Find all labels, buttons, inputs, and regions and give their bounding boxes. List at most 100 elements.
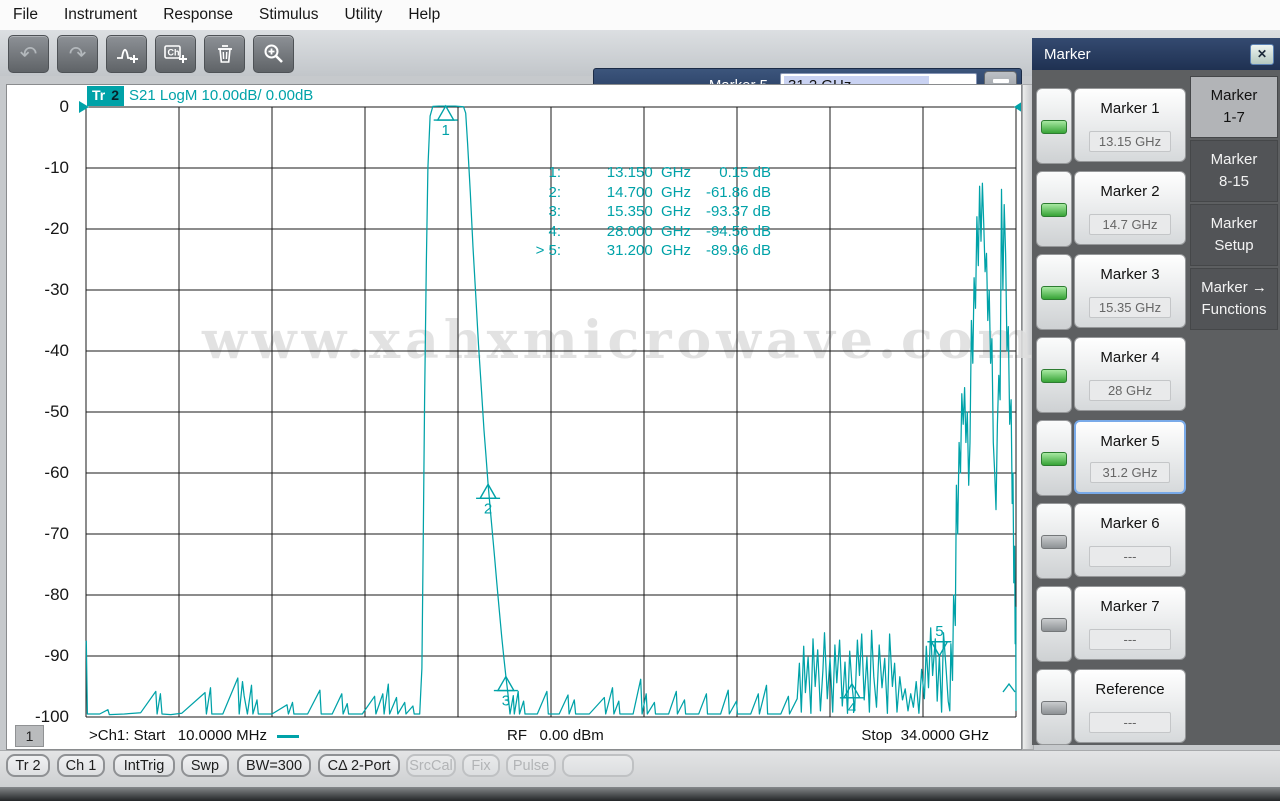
readout-r1-c1: 1: — [491, 163, 561, 183]
menu-item-response[interactable]: Response — [150, 2, 246, 28]
marker-button-label: Reference — [1075, 681, 1185, 698]
add-trace-icon[interactable] — [106, 35, 147, 73]
undo-icon[interactable]: ↶ — [8, 35, 49, 73]
bottom-button-ch-1[interactable]: Ch 1 — [57, 754, 105, 777]
marker-button-marker-7[interactable]: Marker 7 --- — [1074, 586, 1186, 660]
tab-label-line1: Marker — [1211, 213, 1258, 235]
bottom-button-bw-300[interactable]: BW=300 — [237, 754, 311, 777]
close-icon[interactable]: ✕ — [1250, 44, 1274, 65]
redo-icon[interactable]: ↷ — [57, 35, 98, 73]
delete-icon-glyph — [214, 43, 236, 65]
marker-symbol-1: 1 — [434, 106, 458, 139]
marker-button-label: Marker 3 — [1075, 266, 1185, 283]
bottom-button-srccal[interactable]: SrcCal — [406, 754, 456, 777]
svg-text:Ch: Ch — [167, 48, 179, 58]
ref-level-left-triangle — [79, 101, 89, 113]
led-on-icon — [1041, 452, 1067, 466]
marker-toggle-1[interactable] — [1036, 88, 1072, 164]
readout-r2-c1: 2: — [491, 183, 561, 203]
readout-r5-c1: > 5: — [491, 241, 561, 261]
bottom-button-fix[interactable]: Fix — [462, 754, 500, 777]
tab-label-line1: Marker → — [1201, 277, 1267, 299]
bottom-button-tr-2[interactable]: Tr 2 — [6, 754, 50, 777]
tab-marker-functions[interactable]: Marker →Functions — [1190, 268, 1278, 330]
marker-button-label: Marker 2 — [1075, 183, 1185, 200]
led-on-icon — [1041, 286, 1067, 300]
bottom-button-swp[interactable]: Swp — [181, 754, 229, 777]
marker-button-marker-4[interactable]: Marker 4 28 GHz — [1074, 337, 1186, 411]
add-trace-icon-glyph — [115, 43, 139, 65]
readout-r4-c2: 28.000 GHz — [561, 222, 691, 242]
readout-r5-c2: 31.200 GHz — [561, 241, 691, 261]
svg-text:3: 3 — [502, 693, 510, 710]
menu-item-stimulus[interactable]: Stimulus — [246, 2, 331, 28]
add-channel-icon[interactable]: Ch — [155, 35, 196, 73]
marker-button-label: Marker 7 — [1075, 598, 1185, 615]
marker-button-marker-2[interactable]: Marker 2 14.7 GHz — [1074, 171, 1186, 245]
marker-button-value: 31.2 GHz — [1090, 462, 1170, 483]
trace-color-dash — [277, 735, 299, 738]
marker-button-value: 14.7 GHz — [1089, 214, 1171, 235]
marker-button-value: 15.35 GHz — [1089, 297, 1171, 318]
marker-toggle-4[interactable] — [1036, 337, 1072, 413]
tab-marker-8-15[interactable]: Marker8-15 — [1190, 140, 1278, 202]
marker-button-marker-3[interactable]: Marker 3 15.35 GHz — [1074, 254, 1186, 328]
menu-item-file[interactable]: File — [10, 2, 51, 28]
marker-button-value: 28 GHz — [1089, 380, 1171, 401]
readout-r3-c3: -93.37 dB — [691, 202, 771, 222]
tab-marker-1-7[interactable]: Marker1-7 — [1190, 76, 1278, 138]
marker-panel-titlebar: Marker ✕ — [1032, 38, 1280, 70]
marker-toggle-3[interactable] — [1036, 254, 1072, 330]
marker-toggle-5[interactable] — [1036, 420, 1072, 496]
marker-toggle-6[interactable] — [1036, 503, 1072, 579]
status-stop-frequency: Stop 34.0000 GHz — [797, 727, 989, 744]
marker-button-reference[interactable]: Reference--- — [1074, 669, 1186, 743]
readout-r2-c2: 14.700 GHz — [561, 183, 691, 203]
menu-item-utility[interactable]: Utility — [331, 2, 395, 28]
readout-r4-c1: 4: — [491, 222, 561, 242]
marker-toggle-8[interactable] — [1036, 669, 1072, 745]
svg-text:1: 1 — [442, 122, 450, 139]
tab-marker-setup[interactable]: MarkerSetup — [1190, 204, 1278, 266]
zoom-icon[interactable] — [253, 35, 294, 73]
marker-button-marker-1[interactable]: Marker 113.15 GHz — [1074, 88, 1186, 162]
arrow-right-icon: → — [1252, 279, 1267, 296]
marker-button-label: Marker 6 — [1075, 515, 1185, 532]
marker-toggle-7[interactable] — [1036, 586, 1072, 662]
marker-button-label: Marker 4 — [1075, 349, 1185, 366]
marker-toggle-2[interactable] — [1036, 171, 1072, 247]
offscreen-indicator-icon — [1003, 684, 1015, 692]
plot-panel: Tr2 S21 LogM 10.00dB/ 0.00dB 0-10-20-30-… — [6, 84, 1022, 750]
readout-r2-c3: -61.86 dB — [691, 183, 771, 203]
bottom-edge-strip — [0, 787, 1280, 801]
marker-panel-title: Marker — [1044, 46, 1091, 63]
svg-text:2: 2 — [484, 500, 492, 517]
bottom-button-blank[interactable] — [562, 754, 634, 777]
menu-bar: FileInstrumentResponseStimulusUtilityHel… — [0, 0, 1280, 31]
bottom-button-inttrig[interactable]: IntTrig — [113, 754, 175, 777]
led-on-icon — [1041, 203, 1067, 217]
marker-button-value: --- — [1089, 546, 1171, 567]
tab-label-line1: Marker — [1211, 149, 1258, 171]
readout-r5-c3: -89.96 dB — [691, 241, 771, 261]
tab-label-line1: Marker — [1211, 85, 1258, 107]
marker-button-value: --- — [1089, 629, 1171, 650]
menu-item-instrument[interactable]: Instrument — [51, 2, 150, 28]
bottom-button-pulse[interactable]: Pulse — [506, 754, 556, 777]
led-on-icon — [1041, 120, 1067, 134]
marker-button-marker-6[interactable]: Marker 6 --- — [1074, 503, 1186, 577]
status-rf-power: RF 0.00 dBm — [507, 727, 604, 744]
led-off-icon — [1041, 535, 1067, 549]
menu-item-help[interactable]: Help — [395, 2, 453, 28]
led-on-icon — [1041, 369, 1067, 383]
marker-button-marker-5[interactable]: Marker 531.2 GHz — [1074, 420, 1186, 494]
delete-icon[interactable] — [204, 35, 245, 73]
readout-r3-c2: 15.350 GHz — [561, 202, 691, 222]
bottom-button-cδ-2-port[interactable]: CΔ 2-Port — [318, 754, 400, 777]
marker-side-panel: Marker ✕ Marker 113.15 GHz Marker 2 14.7 G… — [1032, 38, 1280, 745]
status-start-frequency: >Ch1: Start 10.0000 MHz — [89, 727, 299, 744]
tab-label-line2: 1-7 — [1223, 107, 1245, 129]
bottom-status-bar: Tr 2 Ch 1 IntTrig Swp BW=300 CΔ 2-Port SrcCal F… — [0, 750, 1280, 788]
led-off-icon — [1041, 701, 1067, 715]
marker-button-value: 13.15 GHz — [1089, 131, 1171, 152]
